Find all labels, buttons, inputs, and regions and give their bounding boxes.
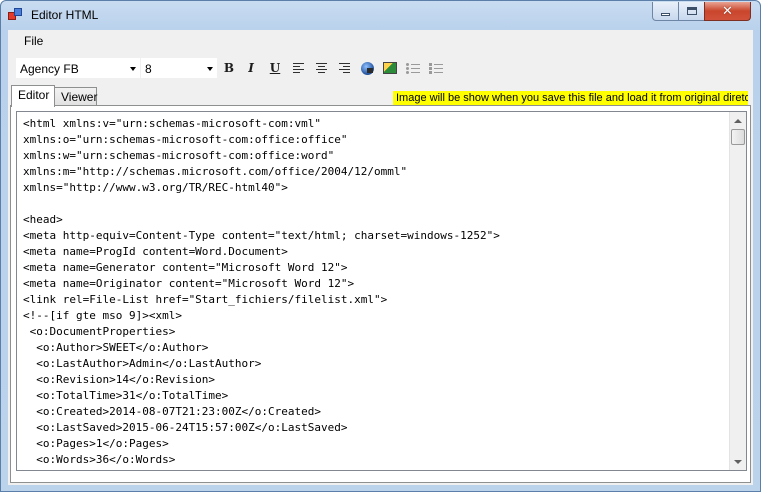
code-line: <meta http-equiv=Content-Type content="t… [23, 229, 500, 242]
maximize-button[interactable] [678, 2, 705, 21]
scroll-up-button[interactable] [730, 112, 746, 129]
code-line: <o:Created>2014-08-07T21:23:00Z</o:Creat… [23, 405, 322, 418]
editor-tab-page: <html xmlns:v="urn:schemas-microsoft-com… [10, 105, 751, 483]
menu-bar: File [8, 30, 753, 52]
code-line: <o:TotalTime>31</o:TotalTime> [23, 389, 229, 402]
window-title: Editor HTML [31, 8, 99, 22]
code-line: <html xmlns:v="urn:schemas-microsoft-com… [23, 117, 322, 130]
menu-file[interactable]: File [18, 34, 49, 48]
font-family-select[interactable]: Agency FB [16, 58, 140, 78]
underline-button[interactable]: U [266, 59, 284, 77]
code-line: xmlns:m="http://schemas.microsoft.com/of… [23, 165, 408, 178]
align-left-icon [292, 63, 304, 73]
maximize-icon [686, 7, 697, 15]
code-line: <meta name=Originator content="Microsoft… [23, 277, 355, 290]
numbered-list-button[interactable] [427, 59, 445, 77]
code-line: <o:LastAuthor>Admin</o:LastAuthor> [23, 357, 262, 370]
arrow-up-icon [734, 118, 742, 123]
code-textarea[interactable]: <html xmlns:v="urn:schemas-microsoft-com… [23, 116, 723, 466]
font-size-value: 8 [145, 62, 152, 76]
code-line: <meta name=ProgId content=Word.Document> [23, 245, 288, 258]
numbered-list-icon [429, 62, 443, 74]
bold-button[interactable]: B [220, 59, 238, 77]
italic-button[interactable]: I [242, 59, 260, 77]
insert-link-button[interactable] [358, 59, 376, 77]
insert-image-button[interactable] [381, 59, 399, 77]
scroll-thumb[interactable] [731, 129, 745, 145]
chevron-down-icon [207, 67, 213, 71]
chevron-down-icon [130, 67, 136, 71]
font-size-select[interactable]: 8 [141, 58, 217, 78]
code-line: <!--[if gte mso 9]><xml> [23, 309, 182, 322]
code-line: <o:DocumentProperties> [23, 325, 176, 338]
tab-strip: Editor Viewer Image will be show when yo… [8, 85, 753, 107]
image-icon [383, 62, 397, 74]
align-right-button[interactable] [335, 59, 353, 77]
code-line: <o:LastSaved>2015-06-24T15:57:00Z</o:Las… [23, 421, 348, 434]
arrow-down-icon [734, 459, 742, 464]
tab-editor[interactable]: Editor [11, 85, 55, 107]
code-line: <head> [23, 213, 63, 226]
code-line: <o:Words>36</o:Words> [23, 453, 176, 466]
font-family-value: Agency FB [20, 62, 79, 76]
editor-window: Editor HTML ✕ File Agency FB 8 B I U Edi… [0, 0, 761, 492]
align-right-icon [338, 63, 350, 73]
align-center-icon [315, 63, 327, 73]
align-left-button[interactable] [289, 59, 307, 77]
minimize-icon [661, 12, 670, 16]
code-line: <o:Pages>1</o:Pages> [23, 437, 169, 450]
underline-icon: U [269, 61, 281, 75]
code-line: <o:Revision>14</o:Revision> [23, 373, 216, 386]
format-toolbar: Agency FB 8 B I U [8, 54, 753, 81]
align-center-button[interactable] [312, 59, 330, 77]
globe-icon [360, 61, 374, 75]
title-bar[interactable]: Editor HTML ✕ [1, 1, 760, 29]
tab-viewer[interactable]: Viewer [54, 87, 97, 106]
code-line: <link rel=File-List href="Start_fichiers… [23, 293, 388, 306]
code-line: xmlns:o="urn:schemas-microsoft-com:offic… [23, 133, 348, 146]
app-icon [8, 8, 24, 22]
code-line: <meta name=Generator content="Microsoft … [23, 261, 348, 274]
html-source-editor[interactable]: <html xmlns:v="urn:schemas-microsoft-com… [16, 111, 747, 471]
bullet-list-icon [406, 62, 420, 74]
code-line: xmlns="http://www.w3.org/TR/REC-html40"> [23, 181, 288, 194]
client-area: File Agency FB 8 B I U Editor Viewer Ima… [8, 30, 753, 485]
close-icon: ✕ [722, 3, 733, 19]
code-line: xmlns:w="urn:schemas-microsoft-com:offic… [23, 149, 335, 162]
vertical-scrollbar[interactable] [729, 112, 746, 470]
save-notice-label: Image will be show when you save this fi… [393, 91, 748, 106]
code-line: <o:Author>SWEET</o:Author> [23, 341, 209, 354]
scroll-down-button[interactable] [730, 453, 746, 470]
minimize-button[interactable] [652, 2, 679, 21]
close-button[interactable]: ✕ [704, 2, 751, 21]
bold-icon: B [223, 61, 235, 75]
italic-icon: I [248, 61, 254, 75]
bullet-list-button[interactable] [404, 59, 422, 77]
